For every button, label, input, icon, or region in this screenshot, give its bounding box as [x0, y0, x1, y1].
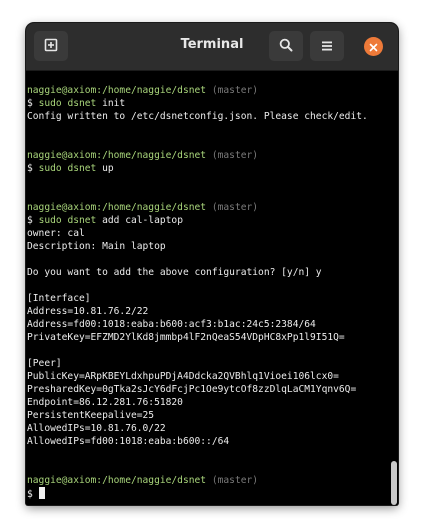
git-branch: (master): [211, 475, 259, 486]
prompt-path: naggie@axiom:/home/naggie/dsnet: [27, 202, 207, 213]
output-line: PresharedKey=0gTka2sJcY6dFcjPc1Oe9ytcOf8…: [27, 383, 390, 396]
output-text: [Interface]: [27, 293, 91, 304]
prompt-line: naggie@axiom:/home/naggie/dsnet (master): [27, 149, 390, 162]
command-line: $ sudo dsnet up: [27, 162, 390, 175]
new-tab-icon: [44, 37, 58, 56]
output-line: Address=10.81.76.2/22: [27, 305, 390, 318]
output-line: AllowedIPs=fd00:1018:eaba:b600::/64: [27, 435, 390, 448]
output-line: Config written to /etc/dsnetconfig.json.…: [27, 110, 390, 123]
output-text: owner: cal: [27, 228, 85, 239]
search-icon: [279, 37, 293, 56]
command-name: sudo dsnet: [38, 98, 97, 109]
output-text: PrivateKey=EFZMD2YlKd8jmmbp4lF2nQeaS54VD…: [27, 332, 345, 343]
terminal-lines: naggie@axiom:/home/naggie/dsnet (master)…: [26, 71, 390, 500]
output-text: [Peer]: [27, 358, 62, 369]
output-line: PrivateKey=EFZMD2YlKd8jmmbp4lF2nQeaS54VD…: [27, 331, 390, 344]
output-text: Do you want to add the above configurati…: [27, 267, 322, 278]
output-text: Endpoint=86.12.281.76:51820: [27, 397, 183, 408]
prompt-path: naggie@axiom:/home/naggie/dsnet: [27, 85, 207, 96]
new-tab-button[interactable]: [34, 31, 68, 61]
output-line: PersistentKeepalive=25: [27, 409, 390, 422]
scrollbar-thumb[interactable]: [391, 461, 397, 505]
command-args: init: [96, 98, 126, 109]
output-text: AllowedIPs=fd00:1018:eaba:b600::/64: [27, 436, 230, 447]
output-text: PresharedKey=0gTka2sJcY6dFcjPc1Oe9ytcOf8…: [27, 384, 357, 395]
output-text: Config written to /etc/dsnetconfig.json.…: [27, 111, 368, 122]
terminal-output[interactable]: naggie@axiom:/home/naggie/dsnet (master)…: [26, 71, 390, 505]
hamburger-menu-icon: [321, 37, 333, 56]
output-line: Address=fd00:1018:eaba:b600:acf3:b1ac:24…: [27, 318, 390, 331]
command-line: $ sudo dsnet add cal-laptop: [27, 214, 390, 227]
command-line: $ sudo dsnet init: [27, 97, 390, 110]
prompt-sigil: $: [27, 489, 39, 500]
close-icon: [369, 37, 378, 56]
git-branch: (master): [211, 150, 259, 161]
output-line: [Peer]: [27, 357, 390, 370]
prompt-sigil: $: [27, 98, 39, 109]
prompt-line: naggie@axiom:/home/naggie/dsnet (master): [27, 84, 390, 97]
output-line: AllowedIPs=10.81.76.0/22: [27, 422, 390, 435]
output-text: Address=10.81.76.2/22: [27, 306, 149, 317]
prompt-sigil: $: [27, 215, 39, 226]
input-line: $: [27, 487, 390, 500]
git-branch: (master): [211, 85, 259, 96]
prompt-line: naggie@axiom:/home/naggie/dsnet (master): [27, 201, 390, 214]
command-name: sudo dsnet: [38, 215, 97, 226]
close-button[interactable]: [364, 37, 383, 56]
prompt-path: naggie@axiom:/home/naggie/dsnet: [27, 475, 207, 486]
terminal-window: Terminal naggie@axiom:/home/naggie/dsnet…: [26, 23, 398, 505]
output-line: Description: Main laptop: [27, 240, 390, 253]
output-line: Do you want to add the above configurati…: [27, 266, 390, 279]
output-line: PublicKey=ARpKBEYLdxhpuPDjA4Ddcka2QVBhlq…: [27, 370, 390, 383]
scrollbar[interactable]: [390, 71, 398, 505]
output-text: PersistentKeepalive=25: [27, 410, 155, 421]
output-line: [Interface]: [27, 292, 390, 305]
menu-button[interactable]: [310, 31, 344, 61]
output-text: AllowedIPs=10.81.76.0/22: [27, 423, 166, 434]
prompt-sigil: $: [27, 163, 39, 174]
search-button[interactable]: [269, 31, 303, 61]
output-text: Address=fd00:1018:eaba:b600:acf3:b1ac:24…: [27, 319, 316, 330]
header-bar: Terminal: [26, 23, 398, 71]
prompt-path: naggie@axiom:/home/naggie/dsnet: [27, 150, 207, 161]
output-text: PublicKey=ARpKBEYLdxhpuPDjA4Ddcka2QVBhlq…: [27, 371, 339, 382]
command-name: sudo dsnet: [38, 163, 97, 174]
output-text: Description: Main laptop: [27, 241, 166, 252]
prompt-line: naggie@axiom:/home/naggie/dsnet (master): [27, 474, 390, 487]
output-line: owner: cal: [27, 227, 390, 240]
command-args: add cal-laptop: [96, 215, 183, 226]
command-args: up: [96, 163, 114, 174]
git-branch: (master): [211, 202, 259, 213]
text-cursor: [38, 487, 45, 499]
output-line: Endpoint=86.12.281.76:51820: [27, 396, 390, 409]
